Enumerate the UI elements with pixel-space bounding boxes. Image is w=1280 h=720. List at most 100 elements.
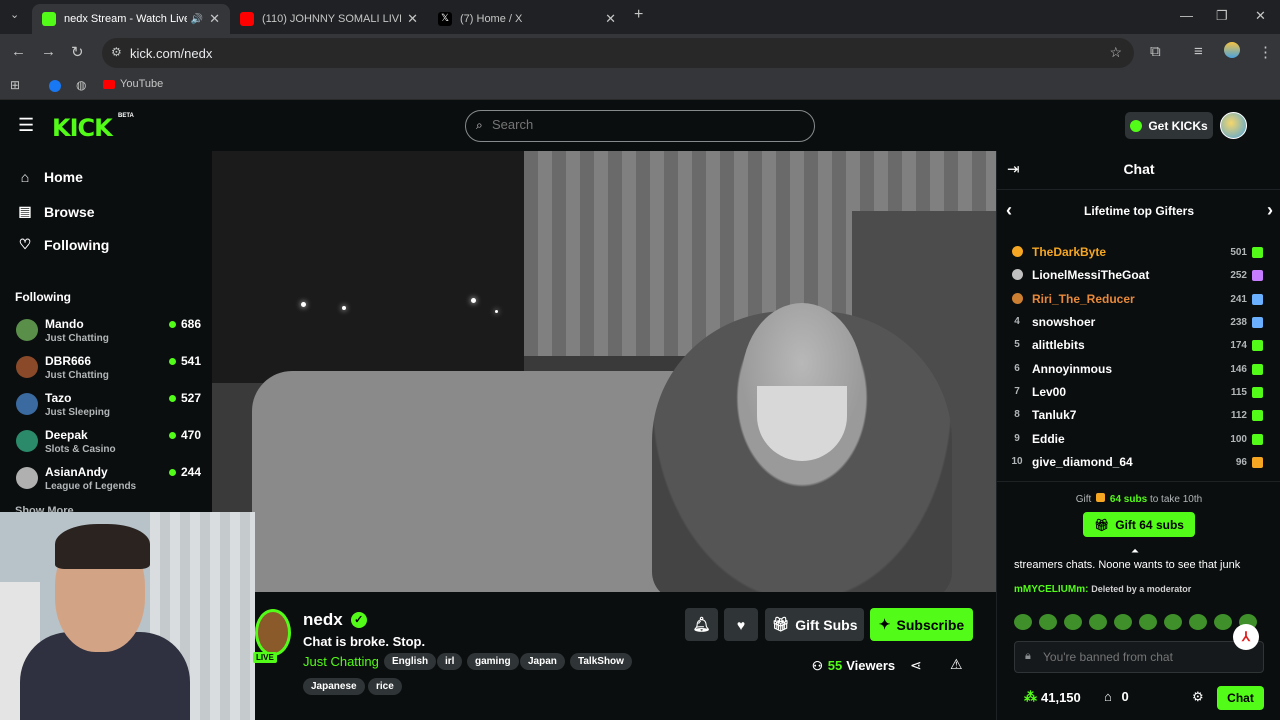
tag-japan[interactable]: Japan bbox=[520, 653, 565, 670]
audio-playing-icon[interactable]: 🔊 bbox=[191, 14, 203, 25]
gifter-row[interactable]: 6 Annoyinmous 146 bbox=[1011, 360, 1267, 380]
tag-rice[interactable]: rice bbox=[368, 678, 402, 695]
address-bar[interactable]: ⚙ kick.com/nedx ☆ bbox=[102, 38, 1134, 68]
gift-64-subs-button[interactable]: 🎁︎ Gift 64 subs bbox=[1083, 512, 1195, 537]
tag-irl[interactable]: irl bbox=[437, 653, 463, 670]
top-gifters-title: Lifetime top Gifters bbox=[1083, 204, 1194, 218]
close-tab-icon[interactable]: ✕ bbox=[209, 11, 220, 27]
tab-kick[interactable]: nedx Stream - Watch Live o 🔊 ✕ bbox=[32, 4, 230, 34]
search-input[interactable] bbox=[492, 117, 792, 132]
menu-hamburger-icon[interactable]: ☰ bbox=[18, 115, 34, 136]
share-icon[interactable]: ⋖ bbox=[910, 657, 922, 674]
close-tab-icon[interactable]: ✕ bbox=[605, 11, 616, 27]
restore-icon[interactable]: ❐ bbox=[1216, 8, 1228, 24]
followed-channel-item[interactable]: Mando Just Chatting 686 bbox=[16, 316, 201, 350]
gifter-row[interactable]: TheDarkByte 501 bbox=[1011, 243, 1267, 263]
gifter-row[interactable]: LionelMessiTheGoat 252 bbox=[1011, 266, 1267, 286]
gifter-row[interactable]: 10 give_diamond_64 96 bbox=[1011, 453, 1267, 473]
url-text[interactable]: kick.com/nedx bbox=[130, 46, 212, 61]
site-info-icon[interactable]: ⚙ bbox=[111, 45, 122, 59]
nav-browse[interactable]: ▤ Browse bbox=[16, 203, 94, 220]
live-dot-icon bbox=[168, 431, 176, 439]
channel-avatar[interactable] bbox=[255, 609, 291, 656]
gifter-rank: 5 bbox=[1014, 339, 1020, 350]
gifter-row[interactable]: 7 Lev00 115 bbox=[1011, 383, 1267, 403]
emote-icon[interactable] bbox=[1064, 614, 1082, 630]
apps-grid-icon[interactable]: ⊞ bbox=[10, 78, 20, 92]
stream-category-link[interactable]: Just Chatting bbox=[303, 654, 379, 669]
settings-gear-icon[interactable]: ⚙ bbox=[1192, 689, 1204, 705]
globe-bookmark-icon[interactable]: ◍ bbox=[76, 78, 86, 92]
new-tab-button[interactable]: + bbox=[634, 6, 643, 24]
nav-following[interactable]: ♡ Following bbox=[16, 236, 110, 253]
scroll-up-chevron-icon[interactable]: ⏶ bbox=[1131, 546, 1139, 557]
window-light bbox=[301, 302, 306, 307]
kicks-icon: ⁂ bbox=[1024, 689, 1037, 704]
emote-icon[interactable] bbox=[1039, 614, 1057, 630]
chat-username[interactable]: mMYCELIUMm: bbox=[1014, 584, 1088, 595]
gifter-row[interactable]: 8 Tanluk7 112 bbox=[1011, 406, 1267, 426]
gift-subs-button[interactable]: 🎁︎ Gift Subs bbox=[765, 608, 864, 641]
emote-icon[interactable] bbox=[1014, 614, 1032, 630]
close-window-icon[interactable]: ✕ bbox=[1255, 8, 1266, 24]
tab-youtube[interactable]: (110) JOHNNY SOMALI LIVE - Y ✕ bbox=[230, 4, 428, 34]
tag-talkshow[interactable]: TalkShow bbox=[570, 653, 632, 670]
pdf-extension-icon[interactable]: ⅄ bbox=[1233, 624, 1259, 650]
gifter-row[interactable]: Riri_The_Reducer 241 bbox=[1011, 290, 1267, 310]
bookmark-star-icon[interactable]: ☆ bbox=[1109, 44, 1122, 61]
hair bbox=[55, 524, 150, 569]
close-tab-icon[interactable]: ✕ bbox=[407, 11, 418, 27]
facebook-bookmark-icon[interactable] bbox=[49, 80, 61, 92]
tag-gaming[interactable]: gaming bbox=[467, 653, 519, 670]
follow-button[interactable]: ♥ bbox=[724, 608, 758, 641]
emote-icon[interactable] bbox=[1139, 614, 1157, 630]
channel-name[interactable]: nedx ✓ bbox=[303, 610, 367, 630]
emote-icon[interactable] bbox=[1089, 614, 1107, 630]
tag-japanese[interactable]: Japanese bbox=[303, 678, 365, 695]
followed-channel-item[interactable]: DBR666 Just Chatting 541 bbox=[16, 353, 201, 387]
gift-icon bbox=[1252, 457, 1263, 468]
nav-home[interactable]: ⌂ Home bbox=[16, 169, 83, 185]
gift-balance[interactable]: ⌂ 0 bbox=[1104, 689, 1129, 704]
back-icon[interactable]: ← bbox=[11, 43, 26, 60]
user-avatar[interactable] bbox=[1220, 112, 1247, 139]
tag-english[interactable]: English bbox=[384, 653, 437, 670]
media-control-icon[interactable]: ≡ bbox=[1194, 43, 1203, 60]
followed-channel-item[interactable]: AsianAndy League of Legends 244 bbox=[16, 464, 201, 498]
chat-input-box[interactable]: 🔒︎ bbox=[1014, 641, 1264, 673]
bell-icon: 🔔︎ bbox=[692, 616, 711, 632]
viewer-count: ⚇ 55 Viewers bbox=[812, 658, 895, 673]
forward-icon[interactable]: → bbox=[41, 43, 56, 60]
notification-bell-button[interactable]: 🔔︎ bbox=[685, 608, 718, 641]
chat-input[interactable] bbox=[1043, 650, 1253, 664]
kick-logo[interactable]: KICK bbox=[52, 114, 113, 142]
gifter-row[interactable]: 4 snowshoer 238 bbox=[1011, 313, 1267, 333]
gift-prompt-amount: 64 subs bbox=[1109, 494, 1148, 505]
emote-icon[interactable] bbox=[1114, 614, 1132, 630]
emote-icon[interactable] bbox=[1214, 614, 1232, 630]
get-kicks-button[interactable]: Get KICKs bbox=[1125, 112, 1213, 139]
minimize-icon[interactable]: — bbox=[1180, 8, 1193, 23]
emote-icon[interactable] bbox=[1164, 614, 1182, 630]
emote-icon[interactable] bbox=[1189, 614, 1207, 630]
reload-icon[interactable]: ↻ bbox=[71, 43, 84, 61]
browser-menu-icon[interactable]: ⋮ bbox=[1258, 43, 1273, 61]
video-player[interactable] bbox=[212, 151, 996, 592]
chevron-right-icon[interactable]: › bbox=[1267, 200, 1273, 221]
chat-send-button[interactable]: Chat bbox=[1217, 686, 1264, 710]
extensions-icon[interactable]: ⧉ bbox=[1150, 43, 1161, 60]
gifter-row[interactable]: 5 alittlebits 174 bbox=[1011, 336, 1267, 356]
tab-search-icon[interactable]: ⌄ bbox=[10, 8, 19, 21]
subscribe-button[interactable]: ✦ Subscribe bbox=[870, 608, 973, 641]
kicks-balance[interactable]: ⁂ 41,150 bbox=[1024, 689, 1081, 705]
gift-count: 241 bbox=[1230, 294, 1247, 305]
profile-avatar-icon[interactable] bbox=[1224, 42, 1240, 58]
report-warning-icon[interactable]: ⚠ bbox=[950, 656, 963, 673]
youtube-bookmark[interactable]: YouTube bbox=[103, 78, 163, 90]
followed-channel-item[interactable]: Tazo Just Sleeping 527 bbox=[16, 390, 201, 424]
tab-x[interactable]: 𝕏 (7) Home / X ✕ bbox=[428, 4, 626, 34]
followed-channel-item[interactable]: Deepak Slots & Casino 470 bbox=[16, 427, 201, 461]
nav-home-label: Home bbox=[44, 169, 83, 185]
gifter-row[interactable]: 9 Eddie 100 bbox=[1011, 430, 1267, 450]
search-bar[interactable]: ⌕ bbox=[465, 110, 815, 142]
